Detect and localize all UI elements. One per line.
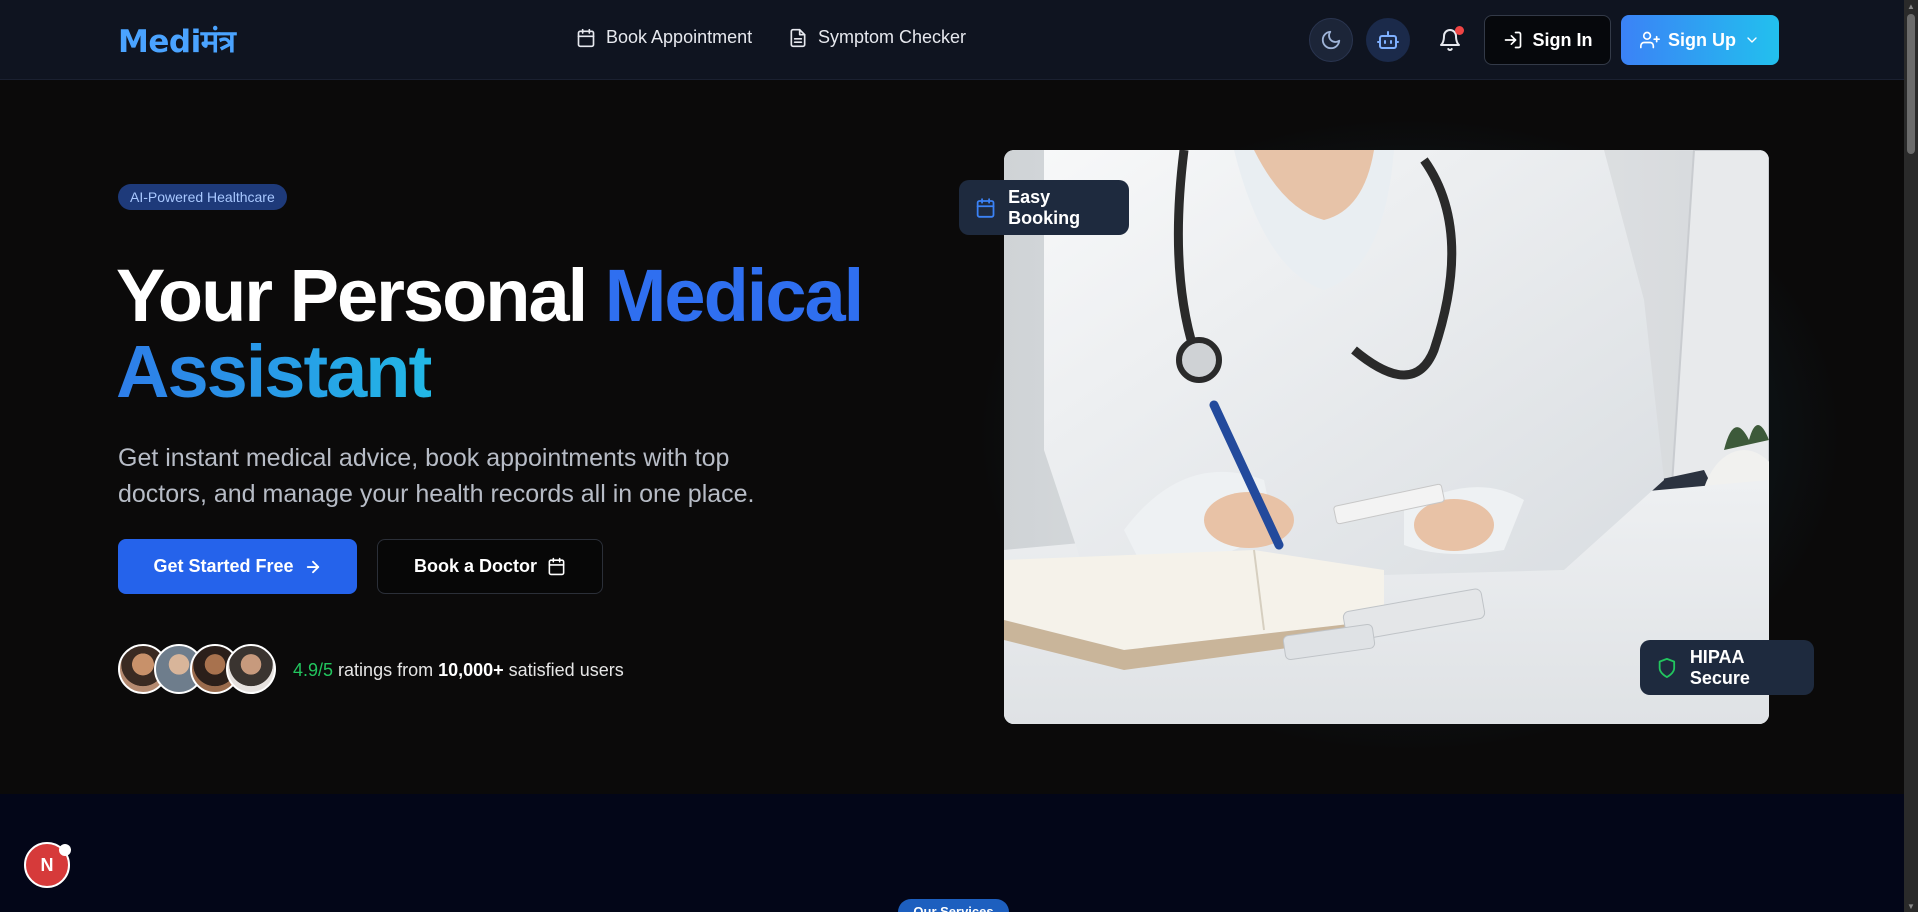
document-icon bbox=[790, 28, 806, 47]
hero-badge: AI-Powered Healthcare bbox=[118, 184, 287, 210]
sign-in-button[interactable]: Sign In bbox=[1484, 15, 1611, 65]
notification-dot bbox=[1455, 26, 1464, 35]
easy-booking-label: Easy Booking bbox=[1008, 186, 1081, 228]
nav-symptom-label: Symptom Checker bbox=[818, 27, 967, 47]
scroll-up-arrow-icon[interactable]: ▲ bbox=[1907, 2, 1915, 11]
rating-users: 10,000+ bbox=[438, 660, 504, 680]
chevron-down-icon bbox=[1747, 37, 1757, 43]
hipaa-secure-label: HIPAA Secure bbox=[1689, 646, 1750, 688]
arrow-right-icon bbox=[306, 560, 319, 573]
fab-indicator-dot bbox=[59, 844, 71, 856]
scrollbar-thumb[interactable] bbox=[1907, 14, 1915, 154]
ai-assistant-button[interactable] bbox=[1366, 18, 1410, 62]
calendar-icon bbox=[976, 197, 995, 218]
top-navbar: Mediमंत्र Book Appointment Symptom Check… bbox=[0, 0, 1904, 80]
rating-suffix: satisfied users bbox=[503, 660, 624, 680]
sign-in-label: Sign In bbox=[1532, 29, 1593, 50]
hero-title: Your Personal Medical Assistant bbox=[116, 258, 864, 413]
rating-summary: 4.9/5 ratings from 10,000+ satisfied use… bbox=[293, 660, 624, 681]
book-doctor-label: Book a Doctor bbox=[413, 556, 537, 576]
services-pill: Our Services bbox=[898, 899, 1009, 912]
rating-score: 4.9/5 bbox=[293, 660, 334, 680]
nav-book-label: Book Appointment bbox=[606, 27, 753, 47]
rating-text: ratings from bbox=[333, 660, 439, 680]
hero-title-part2: Assistant bbox=[116, 330, 433, 413]
shield-icon bbox=[1658, 657, 1676, 678]
hero-title-accent: Medical bbox=[604, 254, 864, 337]
doctor-illustration bbox=[1004, 150, 1769, 724]
notifications-button[interactable] bbox=[1428, 18, 1472, 62]
sign-up-label: Sign Up bbox=[1668, 29, 1736, 50]
avatar bbox=[226, 644, 276, 694]
user-avatars bbox=[118, 644, 276, 694]
get-started-button[interactable]: Get Started Free bbox=[118, 539, 357, 594]
nav-book-appointment[interactable]: Book Appointment bbox=[576, 27, 752, 48]
calendar-icon bbox=[577, 28, 595, 47]
easy-booking-chip: Easy Booking bbox=[959, 180, 1129, 235]
hero-title-part1: Your Personal bbox=[116, 254, 605, 337]
sign-up-button[interactable]: Sign Up bbox=[1621, 15, 1779, 65]
theme-toggle-button[interactable] bbox=[1309, 18, 1353, 62]
scroll-down-arrow-icon[interactable]: ▼ bbox=[1907, 902, 1915, 911]
hero-subtitle: Get instant medical advice, book appoint… bbox=[118, 444, 755, 508]
get-started-label: Get Started Free bbox=[153, 556, 294, 576]
user-plus-icon bbox=[1640, 31, 1660, 49]
calendar-icon bbox=[548, 557, 565, 576]
logo[interactable]: Mediमंत्र bbox=[118, 20, 236, 62]
login-icon bbox=[1504, 31, 1521, 49]
nav-symptom-checker[interactable]: Symptom Checker bbox=[788, 27, 966, 48]
doctor-photo bbox=[1004, 150, 1769, 724]
hipaa-secure-chip: HIPAA Secure bbox=[1640, 640, 1814, 695]
services-section bbox=[0, 794, 1904, 912]
robot-icon bbox=[1377, 31, 1399, 49]
book-doctor-button[interactable]: Book a Doctor bbox=[377, 539, 603, 594]
moon-icon bbox=[1321, 30, 1341, 50]
